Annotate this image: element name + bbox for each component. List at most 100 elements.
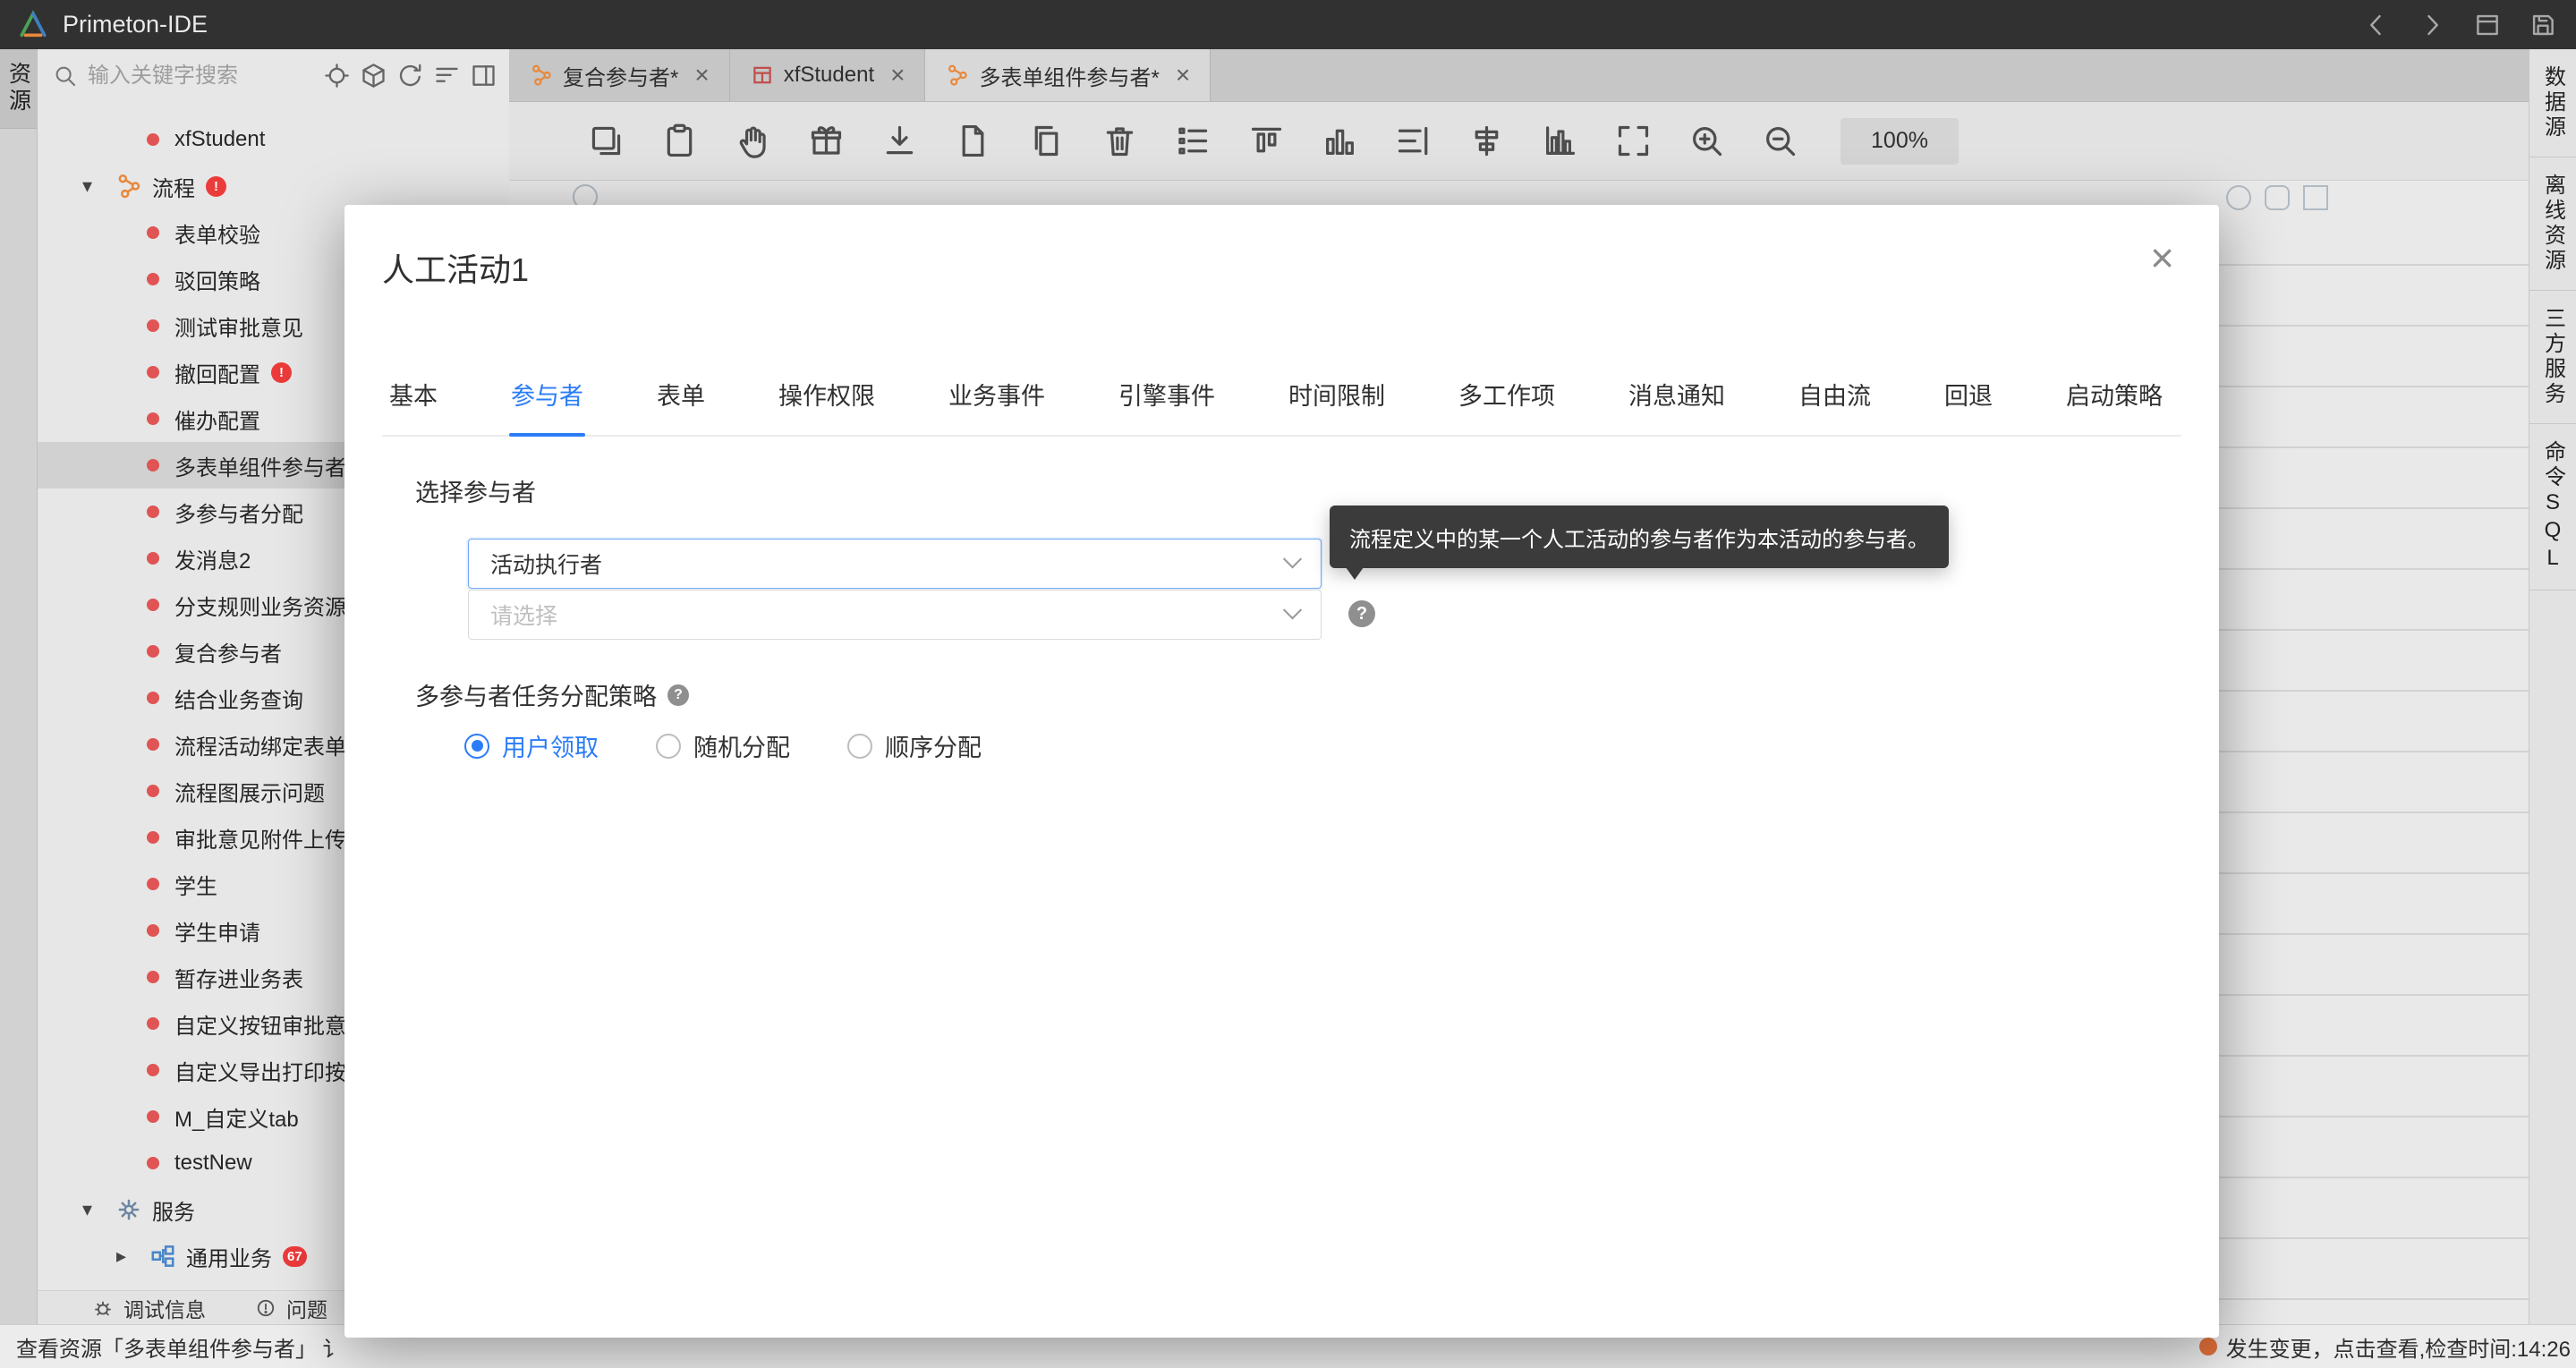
resource-dot-icon [147,133,159,146]
align-center-icon[interactable] [1467,121,1507,161]
copy-icon[interactable] [1026,121,1067,161]
right-panel-tab[interactable]: 离线资源 [2529,157,2576,291]
tab-close-icon[interactable]: × [1176,63,1190,88]
sidebar-toolbar [322,61,498,90]
pan-hand-icon[interactable] [733,121,773,161]
tree-item-label: 表单校验 [174,217,260,249]
delete-icon[interactable] [1100,121,1140,161]
zoom-out-icon[interactable] [1760,121,1800,161]
download-icon[interactable] [880,121,920,161]
dialog-tab[interactable]: 基本 [389,377,438,435]
package-icon[interactable] [359,61,388,90]
resource-dot-icon [147,878,159,890]
activity-dialog: 人工活动1 × 基本 参与者 表单 操作权限 业务事件 引擎事件 时间限制 多工作项 消息通知 自… [344,205,2219,1338]
strategy-radio[interactable]: 随机分配 [656,728,790,763]
collapse-all-icon[interactable] [432,61,462,90]
columns-icon[interactable] [1320,121,1360,161]
right-panel-tab-label: 离线资源 [2538,174,2569,274]
status-message: 查看资源「多表单组件参与者」 讠 [16,1331,344,1363]
radio-icon [464,734,489,759]
activity-tab-resources[interactable]: 资源 [0,49,37,129]
split-panels-icon[interactable] [469,61,498,90]
resource-dot-icon [147,319,159,332]
dialog-tab[interactable]: 回退 [1944,377,1993,435]
status-change-notice[interactable]: 发生变更，点击查看,检查时间:14:26 [2199,1331,2571,1363]
chevron-right-icon[interactable]: ▸ [116,1245,149,1268]
chevron-down-icon[interactable]: ▾ [82,1198,115,1221]
fit-screen-icon[interactable] [1613,121,1654,161]
tree-item-label: 撤回配置 [174,357,260,388]
tree-item-label: 暂存进业务表 [174,962,303,993]
panel-tab-problems[interactable]: 问题 [254,1293,327,1323]
tab-close-icon[interactable]: × [890,63,905,88]
tab-close-icon[interactable]: × [694,63,709,88]
resource-dot-icon [147,226,159,239]
dialog-tab[interactable]: 消息通知 [1628,377,1725,435]
resource-dot-icon [147,552,159,565]
resource-dot-icon [147,366,159,378]
dialog-tab[interactable]: 参与者 [511,377,583,435]
tree-item-label: 结合业务查询 [174,683,303,714]
strategy-radio[interactable]: 顺序分配 [847,728,982,763]
align-top-icon[interactable] [1246,121,1287,161]
participant-type-value: 活动执行者 [490,548,602,580]
resource-dot-icon [147,645,159,658]
activity-bar: 资源 [0,49,38,1324]
right-panel-tab-label: 命令SQL [2538,440,2569,574]
tree-item-label: xfStudent [174,127,265,152]
indent-right-icon[interactable] [1393,121,1433,161]
dialog-tab[interactable]: 自由流 [1798,377,1871,435]
duplicate-icon[interactable] [586,121,626,161]
tree-item-label: 学生 [174,869,217,900]
service-icon [149,1242,177,1270]
dialog-close-icon[interactable]: × [2150,237,2174,278]
tree-item-label: 学生申请 [174,915,260,947]
participant-section-label: 选择参与者 [415,473,536,508]
panel-tab-label: 问题 [286,1293,327,1323]
clipboard-icon[interactable] [659,121,700,161]
tree-item[interactable]: xfStudent [38,116,509,163]
strategy-section-label: 多参与者任务分配策略 ? [415,677,689,712]
dialog-tab[interactable]: 业务事件 [948,377,1045,435]
help-icon[interactable]: ? [1348,600,1375,627]
zoom-level-select[interactable]: 100% [1841,118,1959,165]
chevron-down-icon[interactable]: ▾ [82,174,115,198]
save-icon[interactable] [2528,10,2558,40]
document-icon[interactable] [953,121,993,161]
nav-back-icon[interactable] [2361,10,2392,40]
help-icon[interactable]: ? [667,684,689,706]
participant-value-select[interactable]: 请选择 [468,590,1322,640]
dialog-tab[interactable]: 表单 [657,377,705,435]
right-panel-tab[interactable]: 三方服务 [2529,291,2576,424]
editor-tab[interactable]: xfStudent× [730,49,926,101]
dialog-tab[interactable]: 操作权限 [778,377,875,435]
editor-tab-label: 复合参与者* [563,60,678,91]
refresh-icon[interactable] [395,61,425,90]
right-panel-tab[interactable]: 命令SQL [2529,424,2576,591]
dialog-tab[interactable]: 时间限制 [1288,377,1385,435]
window-icon[interactable] [2472,10,2503,40]
locate-icon[interactable] [322,61,352,90]
search-input[interactable] [88,64,313,89]
resource-dot-icon [147,1064,159,1076]
histogram-icon[interactable] [1540,121,1580,161]
tree-item-label: 驳回策略 [174,264,260,295]
tree-item[interactable]: ▾流程! [38,163,509,209]
editor-tab[interactable]: 复合参与者* × [509,49,730,101]
gift-icon[interactable] [806,121,846,161]
activity-tab-label: 资源 [3,62,35,115]
right-panel-tab[interactable]: 数据源 [2529,49,2576,157]
dialog-tab[interactable]: 启动策略 [2066,377,2163,435]
participant-type-select[interactable]: 活动执行者 [468,539,1322,589]
panel-tab-debug[interactable]: 调试信息 [91,1293,206,1323]
dialog-title: 人工活动1 [382,244,529,291]
dialog-tab[interactable]: 多工作项 [1458,377,1555,435]
nav-forward-icon[interactable] [2417,10,2447,40]
tree-item-label: 分支规则业务资源 [174,590,346,621]
dialog-tab[interactable]: 引擎事件 [1118,377,1215,435]
editor-tab[interactable]: 多表单组件参与者*× [925,49,1211,101]
strategy-radio[interactable]: 用户领取 [464,728,599,763]
editor-toolbar: 100% [509,102,2529,181]
outline-icon[interactable] [1173,121,1213,161]
zoom-in-icon[interactable] [1687,121,1727,161]
